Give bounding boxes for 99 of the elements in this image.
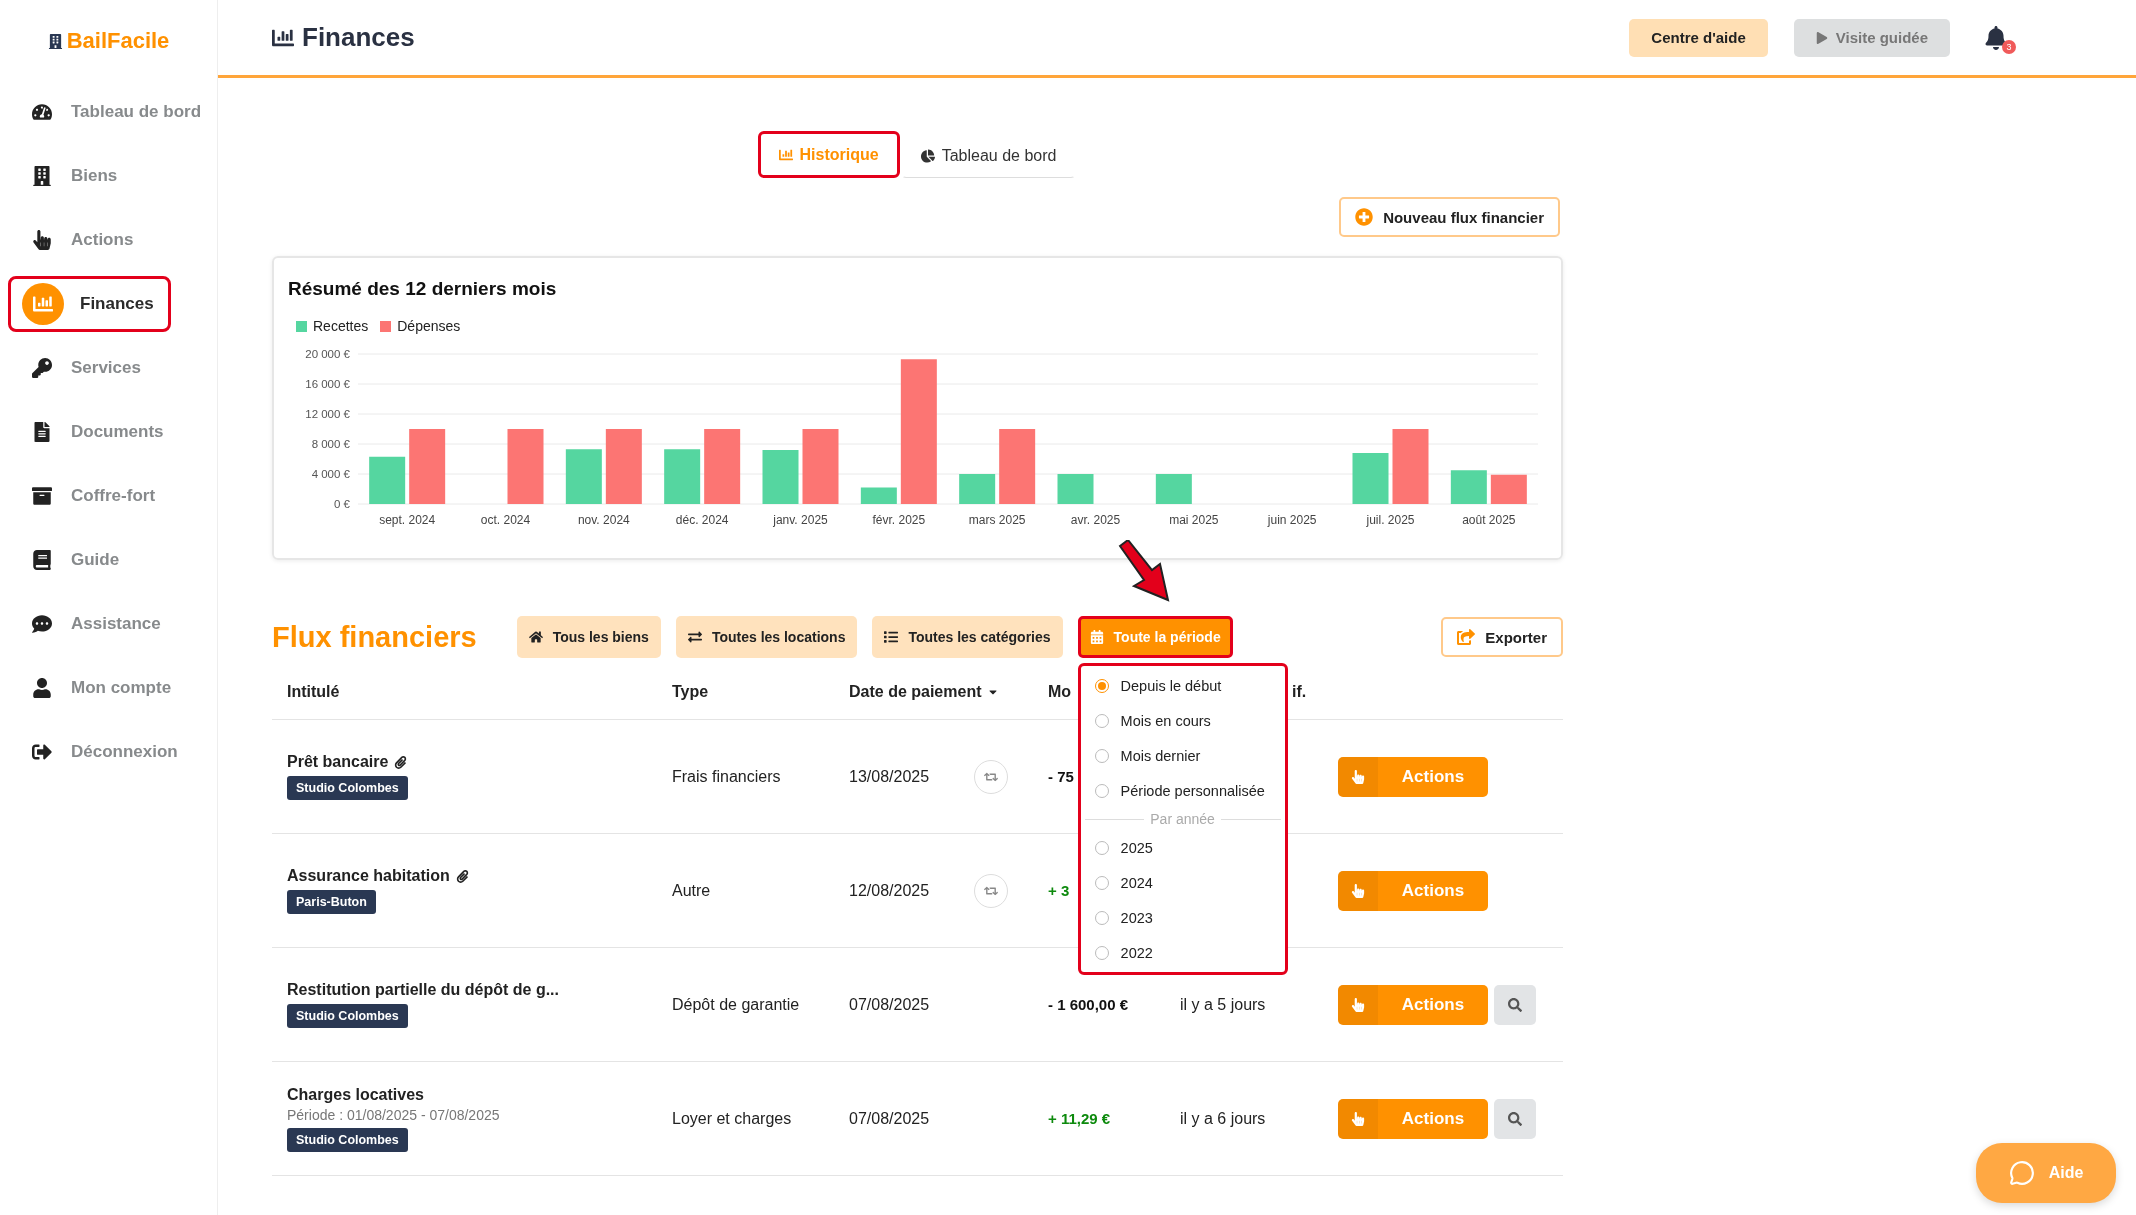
filter-button[interactable]: Toutes les catégories [872, 616, 1063, 658]
bar [565, 449, 602, 504]
bar [369, 456, 406, 504]
y-tick-label: 8 000 € [311, 438, 350, 450]
x-tick-label: mars 2025 [968, 513, 1026, 527]
x-tick-label: févr. 2025 [872, 513, 926, 527]
section-title: Flux financiers [272, 620, 477, 654]
x-tick-label: avr. 2025 [1070, 513, 1121, 527]
y-tick-label: 20 000 € [305, 348, 350, 360]
x-tick-label: juin 2025 [1267, 513, 1317, 527]
period-option[interactable]: Mois dernier [1080, 738, 1285, 773]
property-tag: Studio Colombes [287, 776, 408, 800]
property-tag: Paris-Buton [287, 890, 376, 914]
hand-pointer-icon [1338, 1098, 1378, 1139]
period-option[interactable]: Période personnalisée [1080, 773, 1285, 808]
notification-count: 3 [2002, 39, 2016, 54]
help-center-button[interactable]: Centre d'aide [1629, 18, 1768, 57]
search-icon [1508, 997, 1522, 1012]
amount-cell: + 11,29 € [1048, 1110, 1111, 1127]
x-tick-label: sept. 2024 [379, 513, 436, 527]
bar [664, 449, 701, 504]
legend-item: Dépenses [380, 318, 461, 334]
chat-bubble-icon [2008, 1160, 2035, 1186]
property-tag: Studio Colombes [287, 1004, 408, 1028]
bar [1352, 453, 1389, 504]
period-option[interactable]: 2023 [1080, 900, 1285, 935]
annotation-arrow [1116, 540, 1172, 602]
amount-cell: - 75 [1048, 768, 1074, 785]
search-icon [1508, 1111, 1522, 1126]
section-label: Par année [1150, 811, 1215, 827]
flow-title: Restitution partielle du dépôt de g... [287, 981, 559, 999]
period-text: Période : 01/08/2025 - 07/08/2025 [287, 1106, 500, 1123]
type-cell: Loyer et charges [672, 1109, 792, 1128]
period-option[interactable]: 2025 [1080, 830, 1285, 865]
flow-title: Assurance habitation [287, 867, 469, 885]
tab[interactable]: Tableau de bord [899, 131, 1078, 178]
bar [959, 474, 996, 504]
property-tag: Studio Colombes [287, 1127, 408, 1152]
y-tick-label: 16 000 € [305, 378, 350, 390]
modified-cell: il y a 6 jours [1180, 1109, 1266, 1128]
x-tick-label: août 2025 [1462, 513, 1516, 527]
flow-title: Charges locatives [287, 1085, 424, 1104]
bar [860, 487, 897, 504]
x-tick-label: juil. 2025 [1366, 513, 1415, 527]
hand-pointer-icon [1338, 870, 1378, 911]
y-tick-label: 0 € [334, 498, 350, 510]
bar [1450, 470, 1487, 504]
flow-title: Prêt bancaire [287, 753, 408, 771]
x-tick-label: oct. 2024 [480, 513, 531, 527]
date-cell: 07/08/2025 [849, 1109, 930, 1128]
amount-cell: + 3 [1048, 882, 1070, 899]
hand-pointer-icon [1338, 756, 1378, 797]
type-cell: Frais financiers [672, 767, 781, 786]
period-option[interactable]: Mois en cours [1080, 703, 1285, 738]
export-button[interactable]: Exporter [1441, 617, 1563, 657]
card-title: Résumé des 12 derniers mois [288, 278, 558, 300]
y-tick-label: 4 000 € [311, 468, 350, 480]
date-cell: 13/08/2025 [849, 767, 930, 786]
share-icon [1457, 628, 1476, 646]
period-option[interactable]: Depuis le début [1080, 668, 1285, 703]
period-option[interactable]: 2022 [1080, 935, 1285, 970]
bar [1057, 474, 1094, 504]
period-option[interactable]: 2024 [1080, 865, 1285, 900]
y-tick-label: 12 000 € [305, 408, 350, 420]
list-icon [884, 630, 899, 644]
pie-chart-icon [920, 148, 935, 163]
bar [1155, 474, 1192, 504]
play-icon [1815, 31, 1828, 44]
modified-cell: il y a 5 jours [1180, 995, 1266, 1014]
hand-pointer-icon [1338, 984, 1378, 1025]
search-button[interactable] [1494, 984, 1536, 1025]
type-cell: Autre [672, 881, 711, 900]
plus-icon [1355, 208, 1374, 226]
sidebar-item[interactable]: Finances [8, 276, 171, 332]
column-header[interactable]: Date de paiement [849, 682, 1048, 701]
page-title: Finances [302, 22, 415, 53]
x-tick-label: janv. 2025 [773, 513, 828, 527]
calendar-icon [1089, 630, 1104, 644]
new-flow-button[interactable]: Nouveau flux financier [1339, 197, 1560, 237]
type-cell: Dépôt de garantie [672, 995, 800, 1014]
bar [762, 450, 799, 504]
swap-arrows-icon [687, 630, 702, 644]
filter-button[interactable]: Toutes les locations [675, 616, 858, 658]
column-header[interactable]: Type [672, 682, 849, 701]
date-cell: 12/08/2025 [849, 881, 930, 900]
bar [1490, 474, 1527, 504]
bar-chart-icon [778, 147, 793, 162]
bar-chart-icon [22, 283, 64, 325]
amount-cell: - 1 600,00 € [1048, 996, 1129, 1013]
date-cell: 07/08/2025 [849, 995, 930, 1014]
search-button[interactable] [1494, 1098, 1536, 1139]
home-icon [528, 630, 543, 644]
x-tick-label: mai 2025 [1169, 513, 1219, 527]
x-tick-label: déc. 2024 [675, 513, 729, 527]
x-tick-label: nov. 2024 [577, 513, 630, 527]
key-icon [29, 355, 55, 381]
filter-button[interactable]: Tous les biens [516, 616, 661, 658]
legend-item: Recettes [296, 318, 369, 334]
column-header[interactable]: Intitulé [287, 682, 672, 701]
